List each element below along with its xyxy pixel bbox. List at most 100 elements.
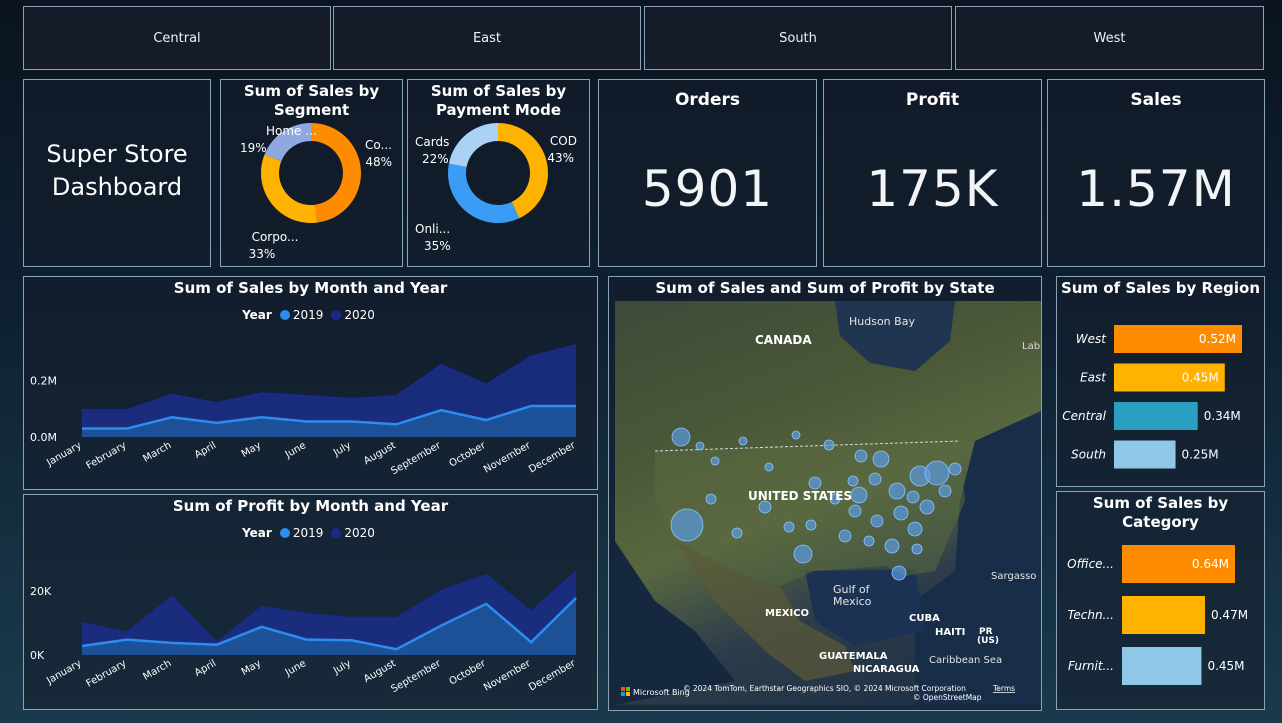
sales-xtick: September [389,440,443,478]
sales-xtick: April [193,440,218,461]
payment-slice[interactable] [498,123,548,219]
segment-slice[interactable] [311,123,361,223]
profit-by-month-card[interactable]: Sum of Profit by Month and Year Year 201… [23,494,598,710]
state-bubble[interactable] [854,449,868,463]
state-bubble[interactable] [938,484,952,498]
state-bubble[interactable] [863,535,875,547]
category-bar[interactable] [1122,647,1202,685]
state-bubble[interactable] [907,521,923,537]
legend-item-2019[interactable]: 2019 [279,308,323,322]
state-bubble[interactable] [924,460,950,486]
category-bars-card[interactable]: Sum of Sales by Category Office... 0.64M T… [1056,491,1265,710]
state-bubble[interactable] [793,544,813,564]
map-label-mexico: MEXICO [765,608,809,619]
state-bubble[interactable] [838,529,852,543]
region-bar[interactable] [1114,402,1198,430]
map-label-haiti: HAITI [935,627,965,638]
category-bar[interactable] [1122,596,1205,634]
state-bubble[interactable] [868,472,882,486]
payment-donut-chart[interactable]: COD 43% Onli... 35% Cards 22% [408,117,589,267]
sales-by-month-card[interactable]: Sum of Sales by Month and Year Year 2019… [23,276,598,490]
state-bubble[interactable] [738,436,748,446]
legend-item-2020[interactable]: 2020 [331,526,375,540]
state-bubble[interactable] [710,456,720,466]
sales-card: Sales 1.57M [1047,79,1265,267]
slicer-tab-east[interactable]: East [333,6,641,70]
state-bubble[interactable] [948,462,962,476]
payment-slice-pct: 22% [422,152,449,166]
state-bubble[interactable] [791,430,801,440]
payment-slice-label: COD [550,134,577,148]
state-bubble[interactable] [911,543,923,555]
state-bubble[interactable] [906,490,920,504]
state-bubble[interactable] [872,450,890,468]
payment-donut-title: Sum of Sales by Payment Mode [408,82,589,120]
sales-area-chart[interactable]: 0.2M 0.0MJanuary February March April May June… [24,329,597,489]
bing-logo-icon-blue [621,692,625,696]
segment-slice-label: Corpo... [252,230,299,244]
region-bar[interactable] [1114,440,1176,469]
state-bubble[interactable] [731,527,743,539]
payment-donut-card[interactable]: Sum of Sales by Payment Mode COD 43% Onli.… [407,79,590,267]
segment-donut-card[interactable]: Sum of Sales by Segment Co... 48% Corpo...… [220,79,403,267]
profit-card: Profit 175K [823,79,1042,267]
region-category-label: South [1071,448,1106,462]
category-value-label: 0.45M [1207,659,1244,673]
orders-label: Orders [674,90,741,110]
map-terms-link[interactable]: Terms [992,684,1015,693]
region-bars-title: Sum of Sales by Region [1060,279,1261,297]
map-canvas[interactable]: CANADA Hudson Bay Lab UNITED STATES Gulf… [615,301,1041,705]
state-bubble[interactable] [705,493,717,505]
slicer-tab-south[interactable]: South [644,6,952,70]
payment-slice[interactable] [448,163,520,223]
segment-slice-pct: 19% [240,141,267,155]
state-bubble[interactable] [805,519,817,531]
state-bubble[interactable] [870,514,884,528]
state-bubble[interactable] [764,462,774,472]
payment-slice[interactable] [448,123,498,168]
hudson-bay-water [835,301,955,371]
map-label-cuba: CUBA [909,613,940,624]
state-bubble[interactable] [670,508,704,542]
state-bubble[interactable] [808,476,822,490]
legend-item-2020[interactable]: 2020 [331,308,375,322]
state-bubble[interactable] [671,427,691,447]
state-bubble[interactable] [893,505,909,521]
category-category-label: Office... [1067,557,1114,571]
bing-logo-icon-red [621,687,625,691]
segment-slice[interactable] [261,154,318,223]
state-bubble[interactable] [823,439,835,451]
profit-area-chart[interactable]: 20K 0KJanuary February March April May June Jul… [24,547,597,709]
region-bar-chart[interactable]: West 0.52M East 0.45M Central 0.34M South 0.25M [1057,305,1264,485]
map-label-caribbean: Caribbean Sea [929,655,1002,666]
category-category-label: Techn... [1068,608,1114,622]
segment-donut-title: Sum of Sales by Segment [221,82,402,120]
state-bubble[interactable] [695,441,705,451]
state-bubble[interactable] [848,504,862,518]
state-bubble[interactable] [847,475,859,487]
payment-slice-pct: 35% [424,239,451,253]
state-map-card[interactable]: Sum of Sales and Sum of Profit by State … [608,276,1042,711]
region-bars-card[interactable]: Sum of Sales by Region West 0.52M East 0.45… [1056,276,1265,487]
state-bubble[interactable] [850,486,868,504]
state-bubble[interactable] [919,499,935,515]
category-bar-chart[interactable]: Office... 0.64M Techn... 0.47M Furnit... 0.45… [1057,520,1264,710]
sales-xtick: February [85,440,129,472]
sales-xtick: August [362,440,398,467]
sales-xtick: June [283,440,308,461]
state-bubble[interactable] [891,565,907,581]
bing-logo-icon-green [626,687,630,691]
slicer-tab-west[interactable]: West [955,6,1264,70]
state-bubble[interactable] [783,521,795,533]
sales-legend: Year 2019 2020 [24,308,597,322]
profit-xtick: December [527,658,578,694]
sales-label: Sales [1130,90,1182,110]
map-osm-attribution: © OpenStreetMap [913,693,982,702]
legend-item-2019[interactable]: 2019 [279,526,323,540]
state-bubble[interactable] [884,538,900,554]
segment-donut-chart[interactable]: Co... 48% Corpo... 33% Home ... 19% [221,117,402,267]
slicer-tab-central[interactable]: Central [23,6,331,70]
sales-value: 1.57M [1076,160,1236,218]
map-label-pr-us: (US) [977,636,999,646]
state-bubble[interactable] [888,482,906,500]
